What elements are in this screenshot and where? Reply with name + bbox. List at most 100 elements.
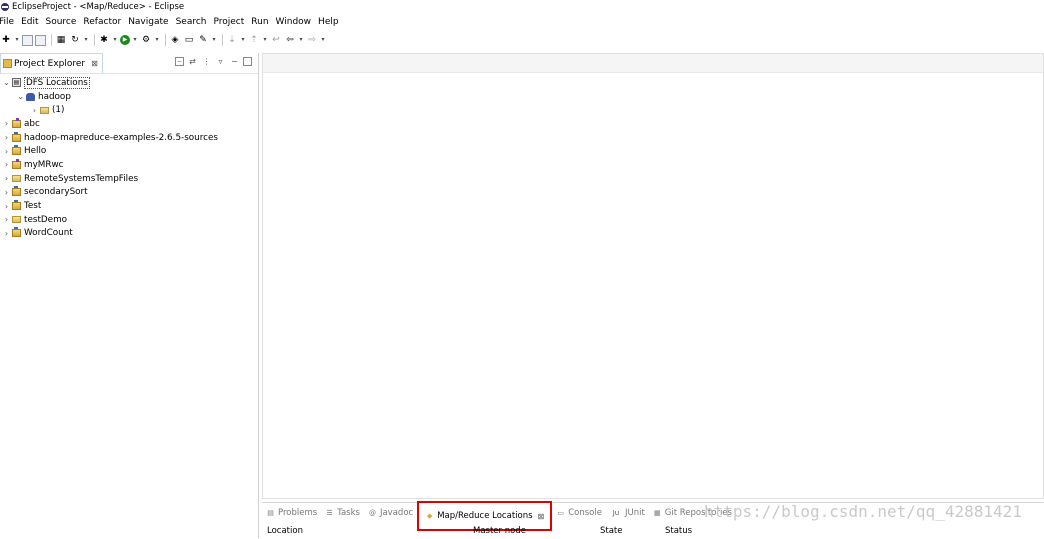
new-dropdown-icon[interactable]: ▾ [14,34,20,46]
column-location[interactable]: Location [267,526,303,536]
forward-icon[interactable]: ⇨ [306,34,318,46]
save-icon[interactable] [22,34,33,46]
chevron-right-icon[interactable]: › [2,133,11,142]
mapreduce-project-icon [12,158,21,169]
prev-annotation-dropdown-icon[interactable]: ▾ [262,34,268,46]
tree-item-label: secondarySort [24,187,88,198]
next-annotation-icon[interactable]: ⇣ [226,34,238,46]
tab-label: JUnit [624,508,645,518]
last-edit-icon[interactable]: ↩ [270,34,282,46]
chevron-right-icon[interactable]: › [2,188,11,197]
junit-icon: Ju [612,509,620,517]
column-state[interactable]: State [600,526,623,536]
save-all-icon[interactable] [35,34,46,46]
tree-item[interactable]: › myMRwc [0,158,258,172]
tree-item[interactable]: ⌄ hadoop [0,90,258,104]
link-with-editor-icon[interactable]: ⇄ [187,56,198,67]
menu-navigate[interactable]: Navigate [128,17,168,27]
menu-help[interactable]: Help [318,17,339,27]
chevron-right-icon[interactable]: › [2,119,11,128]
chevron-right-icon[interactable]: › [2,147,11,156]
chevron-right-icon[interactable]: › [2,160,11,169]
tree-item[interactable]: › abc [0,117,258,131]
tree-item[interactable]: › hadoop-mapreduce-examples-2.6.5-sources [0,131,258,145]
run-icon[interactable]: ▶ [120,35,130,45]
tree-item-label: WordCount [24,228,73,239]
javadoc-icon: @ [368,509,376,517]
close-icon[interactable]: ⊠ [91,59,98,68]
eclipse-logo-icon [1,3,9,11]
new-icon[interactable]: ✚ [0,34,12,46]
tree-item[interactable]: › RemoteSystemsTempFiles [0,172,258,186]
bottom-view-panel: ▤ Problems ☰ Tasks @ Javadoc ◆ Map/Reduce Locat… [262,501,1044,539]
tree-item[interactable]: › WordCount [0,227,258,241]
prev-annotation-icon[interactable]: ⇡ [248,34,260,46]
locations-table-header: Location Master node State Status [262,525,1044,539]
chevron-right-icon[interactable]: › [2,202,11,211]
back-icon[interactable]: ⇦ [284,34,296,46]
external-tools-dropdown-icon[interactable]: ▾ [154,34,160,46]
toolbar-separator [222,34,223,46]
menu-search[interactable]: Search [176,17,207,27]
view-menu-icon[interactable]: ▿ [215,56,226,67]
folder-icon [12,216,21,224]
external-tools-icon[interactable]: ⚙ [140,34,152,46]
tree-item[interactable]: › Test [0,199,258,213]
tab-label: Tasks [337,508,360,518]
column-status[interactable]: Status [665,526,692,536]
tree-item[interactable]: › testDemo [0,213,258,227]
chevron-right-icon[interactable]: › [30,106,39,115]
next-annotation-dropdown-icon[interactable]: ▾ [240,34,246,46]
pen-icon[interactable]: ✎ [197,34,209,46]
tree-item[interactable]: › Hello [0,144,258,158]
tab-problems[interactable]: ▤ Problems [262,503,321,523]
project-explorer-tab[interactable]: Project Explorer ⊠ [0,53,103,73]
close-icon[interactable]: ⊠ [538,512,545,521]
menu-window[interactable]: Window [276,17,312,27]
chevron-right-icon[interactable]: › [2,229,11,238]
debug-dropdown-icon[interactable]: ▾ [112,34,118,46]
chevron-right-icon[interactable]: › [2,215,11,224]
project-icon [12,186,21,197]
column-master-node[interactable]: Master node [473,526,526,536]
filter-icon[interactable]: ⋮ [201,56,212,67]
main-toolbar: ✚ ▾ ▦ ↻ ▾ ✱ ▾ ▶ ▾ ⚙ ▾ ◈ ▭ ✎ ▾ ⇣ ▾ ⇡ ▾ ↩ … [0,31,1044,49]
console-icon: ▭ [557,509,565,517]
open-type-icon[interactable]: ◈ [169,34,181,46]
maximize-icon[interactable] [243,57,252,66]
tab-tasks[interactable]: ☰ Tasks [321,503,364,523]
tab-console[interactable]: ▭ Console [552,503,606,523]
chevron-down-icon[interactable]: ⌄ [2,78,11,87]
bottom-tab-bar: ▤ Problems ☰ Tasks @ Javadoc ◆ Map/Reduce Locat… [262,501,1044,531]
minimize-icon[interactable]: − [229,56,240,67]
menu-refactor[interactable]: Refactor [83,17,121,27]
tree-item[interactable]: ⌄ ▤ DFS Locations [0,76,258,90]
forward-dropdown-icon[interactable]: ▾ [320,34,326,46]
tab-label: Javadoc [379,508,414,518]
open-folder-icon[interactable]: ▭ [183,34,195,46]
chevron-down-icon[interactable]: ⌄ [16,92,25,101]
run-dropdown-icon[interactable]: ▾ [132,34,138,46]
tab-junit[interactable]: Ju JUnit [606,503,649,523]
project-explorer-icon [3,59,12,68]
title-bar: EclipseProject - <Map/Reduce> - Eclipse [0,0,1044,14]
menu-source[interactable]: Source [46,17,77,27]
build-icon[interactable]: ▦ [55,34,67,46]
refresh-dropdown-icon[interactable]: ▾ [83,34,89,46]
dfs-icon: ▤ [12,78,21,88]
project-explorer-header: Project Explorer ⊠ − ⇄ ⋮ ▿ − [0,53,258,74]
tree-item[interactable]: › (1) [0,103,258,117]
chevron-right-icon[interactable]: › [2,174,11,183]
menu-edit[interactable]: Edit [21,17,38,27]
tab-javadoc[interactable]: @ Javadoc [364,503,417,523]
menu-project[interactable]: Project [213,17,244,27]
refresh-icon[interactable]: ↻ [69,34,81,46]
pen-dropdown-icon[interactable]: ▾ [211,34,217,46]
tree-item[interactable]: › secondarySort [0,186,258,200]
menu-run[interactable]: Run [251,17,268,27]
collapse-all-icon[interactable]: − [175,57,184,66]
debug-icon[interactable]: ✱ [98,34,110,46]
menu-file[interactable]: File [0,17,14,27]
back-dropdown-icon[interactable]: ▾ [298,34,304,46]
project-explorer-view: Project Explorer ⊠ − ⇄ ⋮ ▿ − ⌄ ▤ DFS Locat… [0,53,259,538]
